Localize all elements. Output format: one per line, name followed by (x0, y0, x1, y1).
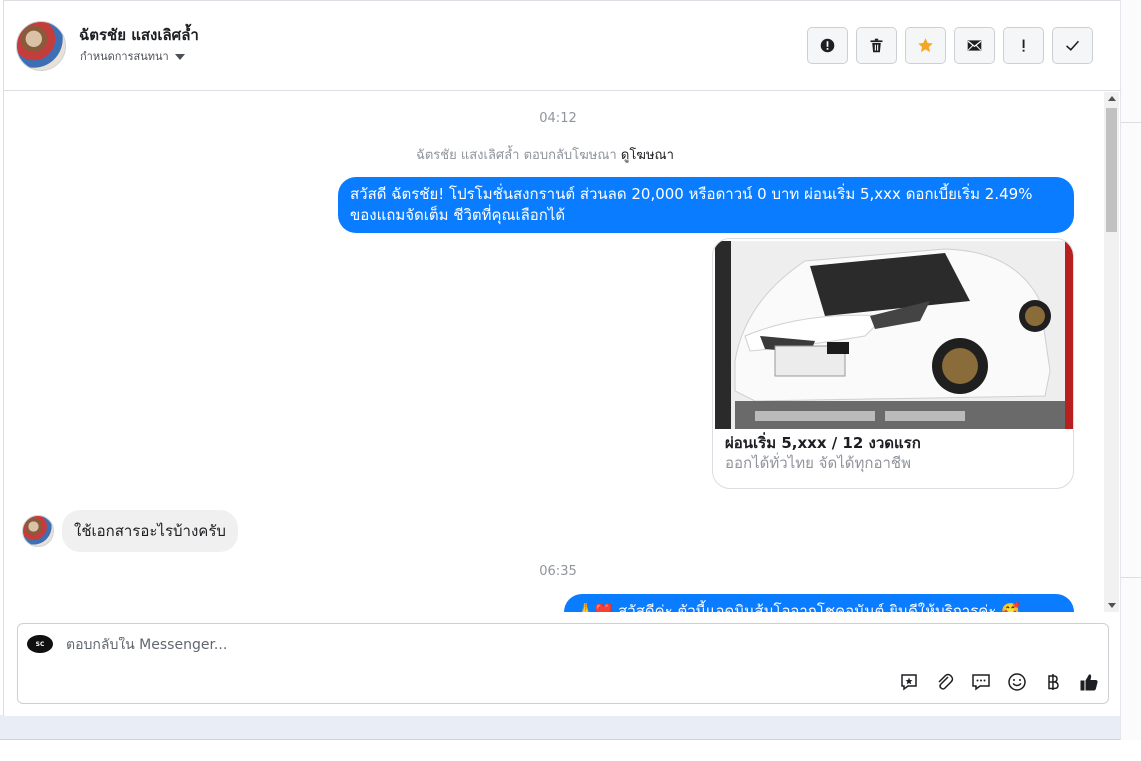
mark-unread-button[interactable] (954, 27, 995, 64)
contact-name[interactable]: ฉัตรชัย แสงเลิศล้ำ (79, 23, 199, 47)
car-image (715, 241, 1073, 429)
scroll-up-arrow[interactable] (1108, 96, 1116, 101)
assign-label: กำหนดการสนทนา (80, 50, 169, 63)
thumbs-up-icon (1080, 674, 1098, 691)
right-edge-panel (1120, 0, 1141, 740)
chat-bubble-icon (972, 674, 990, 691)
bottom-divider (0, 739, 1141, 740)
timestamp: 06:35 (539, 564, 577, 579)
ad-card[interactable]: ผ่อนเริ่ม 5,xxx / 12 งวดแรก ออกได้ทั่วไท… (712, 238, 1074, 489)
view-ad-link[interactable]: ดูโฆษณา (621, 148, 674, 163)
conversation-panel: ฉัตรชัย แสงเลิศล้ำ กำหนดการสนทนา 04:12 ฉ… (3, 0, 1121, 716)
conversation-header: ฉัตรชัย แสงเลิศล้ำ กำหนดการสนทนา (4, 1, 1121, 91)
check-icon (1066, 40, 1080, 51)
scrollbar-thumb[interactable] (1106, 108, 1117, 232)
background-strip (0, 715, 1141, 739)
conversation-toolbar (807, 27, 1093, 64)
mark-done-button[interactable] (1052, 27, 1093, 64)
mark-spam-button[interactable] (807, 27, 848, 64)
message-thread[interactable]: 04:12 ฉัตรชัย แสงเลิศล้ำ ตอบกลับโฆษณา ดู… (4, 92, 1121, 612)
quick-reply-button[interactable] (970, 671, 992, 693)
incoming-message[interactable]: ใช้เอกสารอะไรบ้างครับ (62, 510, 238, 552)
ad-reply-text: ฉัตรชัย แสงเลิศล้ำ ตอบกลับโฆษณา (416, 148, 617, 163)
ad-card-subtitle: ออกได้ทั่วไทย จัดได้ทุกอาชีพ (725, 454, 911, 472)
payment-button[interactable] (1042, 671, 1064, 693)
composer-tools (898, 671, 1100, 693)
like-button[interactable] (1078, 671, 1100, 693)
page-logo: SC (27, 635, 53, 653)
emoji-button[interactable] (1006, 671, 1028, 693)
mail-icon (967, 40, 982, 51)
reply-input[interactable] (66, 637, 766, 653)
timestamp: 04:12 (539, 111, 577, 126)
message-composer: SC (17, 623, 1109, 704)
paperclip-icon (938, 673, 954, 690)
baht-icon (1048, 674, 1059, 690)
trash-icon (870, 38, 883, 53)
attach-button[interactable] (934, 671, 956, 693)
outgoing-message[interactable]: สวัสดี ฉัตรชัย! โปรโมชั่นสงกรานต์ ส่วนลด… (338, 177, 1074, 233)
contact-avatar-small (22, 515, 54, 547)
contact-avatar[interactable] (16, 21, 66, 71)
follow-up-button[interactable] (1003, 27, 1044, 64)
delete-button[interactable] (856, 27, 897, 64)
scrollbar[interactable] (1104, 92, 1119, 612)
star-button[interactable] (905, 27, 946, 64)
saved-reply-button[interactable] (898, 671, 920, 693)
saved-reply-icon (901, 674, 917, 691)
outgoing-message-partial[interactable]: 🙏❤️ สวัสดีค่ะ ตัวนี้แอดมินส้มโอจากโชคอนั… (564, 594, 1074, 612)
ad-reply-note: ฉัตรชัย แสงเลิศล้ำ ตอบกลับโฆษณา ดูโฆษณา (416, 144, 674, 165)
spam-icon (820, 38, 835, 53)
scroll-down-arrow[interactable] (1108, 603, 1116, 608)
star-icon (918, 38, 933, 53)
emoji-icon (1008, 673, 1026, 691)
caret-down-icon (174, 53, 185, 60)
assign-conversation-dropdown[interactable]: กำหนดการสนทนา (80, 47, 185, 65)
exclamation-icon (1022, 39, 1025, 52)
